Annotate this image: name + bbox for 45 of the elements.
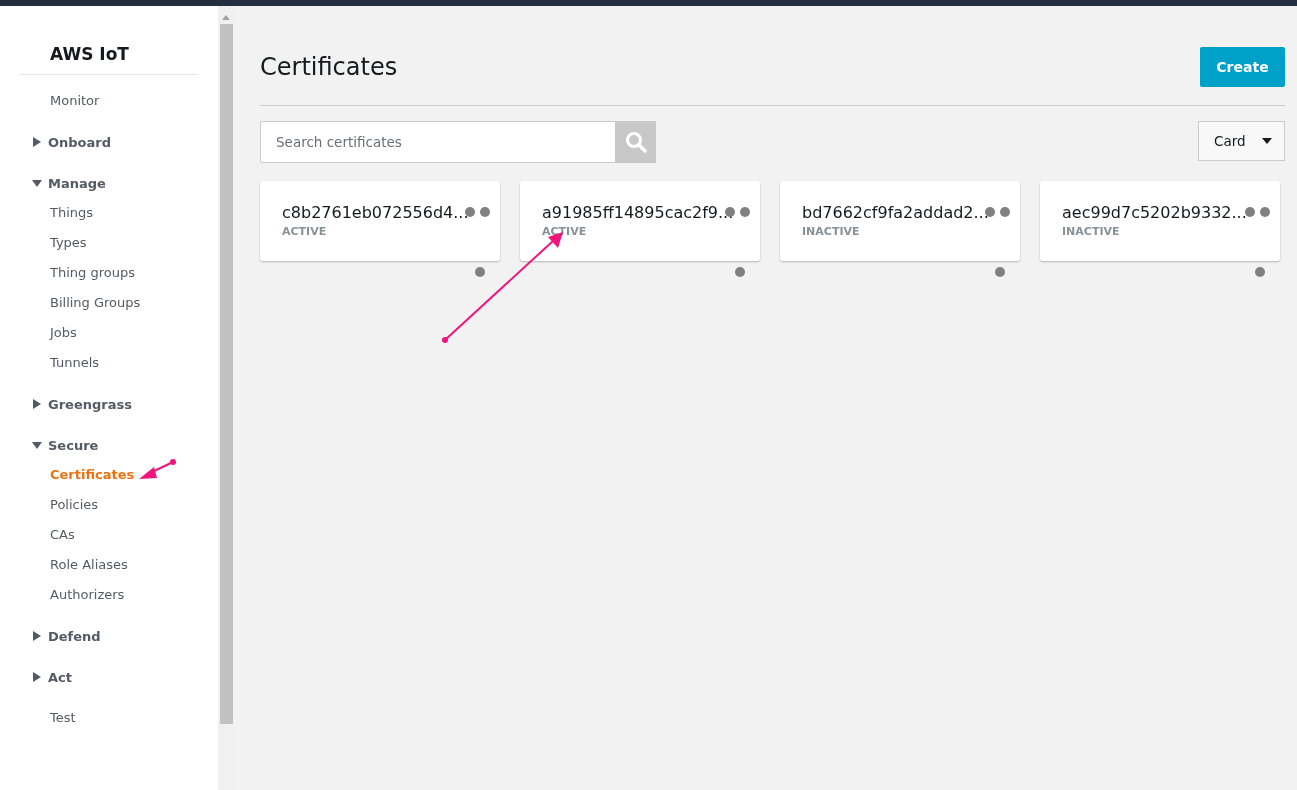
page-title: Certificates <box>260 52 398 81</box>
more-options-icon[interactable] <box>1244 206 1272 278</box>
certificate-card[interactable]: aec99d7c5202b9332... INACTIVE <box>1040 181 1280 261</box>
sidebar-title: AWS IoT <box>49 44 130 66</box>
certificate-id: bd7662cf9fa2addad2... <box>802 203 990 222</box>
annotation-arrow <box>139 459 176 479</box>
caret-right-icon <box>32 672 42 682</box>
caret-right-icon <box>32 399 42 409</box>
certificate-status: INACTIVE <box>802 225 861 238</box>
nav-link[interactable]: Jobs <box>20 318 198 348</box>
nav-link[interactable]: Types <box>20 228 198 258</box>
nav-link[interactable]: Authorizers <box>20 580 198 610</box>
nav-section[interactable]: Onboard <box>20 127 198 157</box>
nav-link[interactable]: Monitor <box>20 86 198 116</box>
caret-right-icon <box>32 137 42 147</box>
view-select[interactable]: Card <box>1198 121 1285 161</box>
certificate-id: aec99d7c5202b9332... <box>1062 203 1248 222</box>
search-field[interactable]: Search certificates <box>260 121 615 163</box>
nav-section[interactable]: Manage <box>20 168 198 198</box>
certificate-card[interactable]: c8b2761eb072556d4... ACTIVE <box>260 181 500 261</box>
nav-link[interactable]: Thing groups <box>20 258 198 288</box>
certificate-id: a91985ff14895cac2f9... <box>542 203 735 222</box>
certificate-status: INACTIVE <box>1062 225 1121 238</box>
nav-link[interactable]: Test <box>20 703 198 733</box>
nav-section[interactable]: Secure <box>20 430 198 460</box>
certificate-id: c8b2761eb072556d4... <box>282 203 470 222</box>
caret-right-icon <box>32 631 42 641</box>
certificate-status: ACTIVE <box>542 225 588 238</box>
nav-link[interactable]: CAs <box>20 520 198 550</box>
nav-link[interactable]: Tunnels <box>20 348 198 378</box>
nav-link[interactable]: Things <box>20 198 198 228</box>
nav-section[interactable]: Defend <box>20 621 198 651</box>
nav-link[interactable]: Role Aliases <box>20 550 198 580</box>
nav-section[interactable]: Act <box>20 662 198 692</box>
caret-down-icon <box>32 440 42 450</box>
nav-link[interactable]: Policies <box>20 490 198 520</box>
search-icon <box>624 131 647 153</box>
certificate-status: ACTIVE <box>282 225 328 238</box>
nav-section[interactable]: Greengrass <box>20 389 198 419</box>
caret-down-icon <box>32 178 42 188</box>
certificate-card[interactable]: a91985ff14895cac2f9... ACTIVE <box>520 181 760 261</box>
nav-link[interactable]: Billing Groups <box>20 288 198 318</box>
caret-down-icon <box>1262 138 1272 144</box>
scroll-up-icon[interactable] <box>222 14 230 20</box>
certificate-card[interactable]: bd7662cf9fa2addad2... INACTIVE <box>780 181 1020 261</box>
